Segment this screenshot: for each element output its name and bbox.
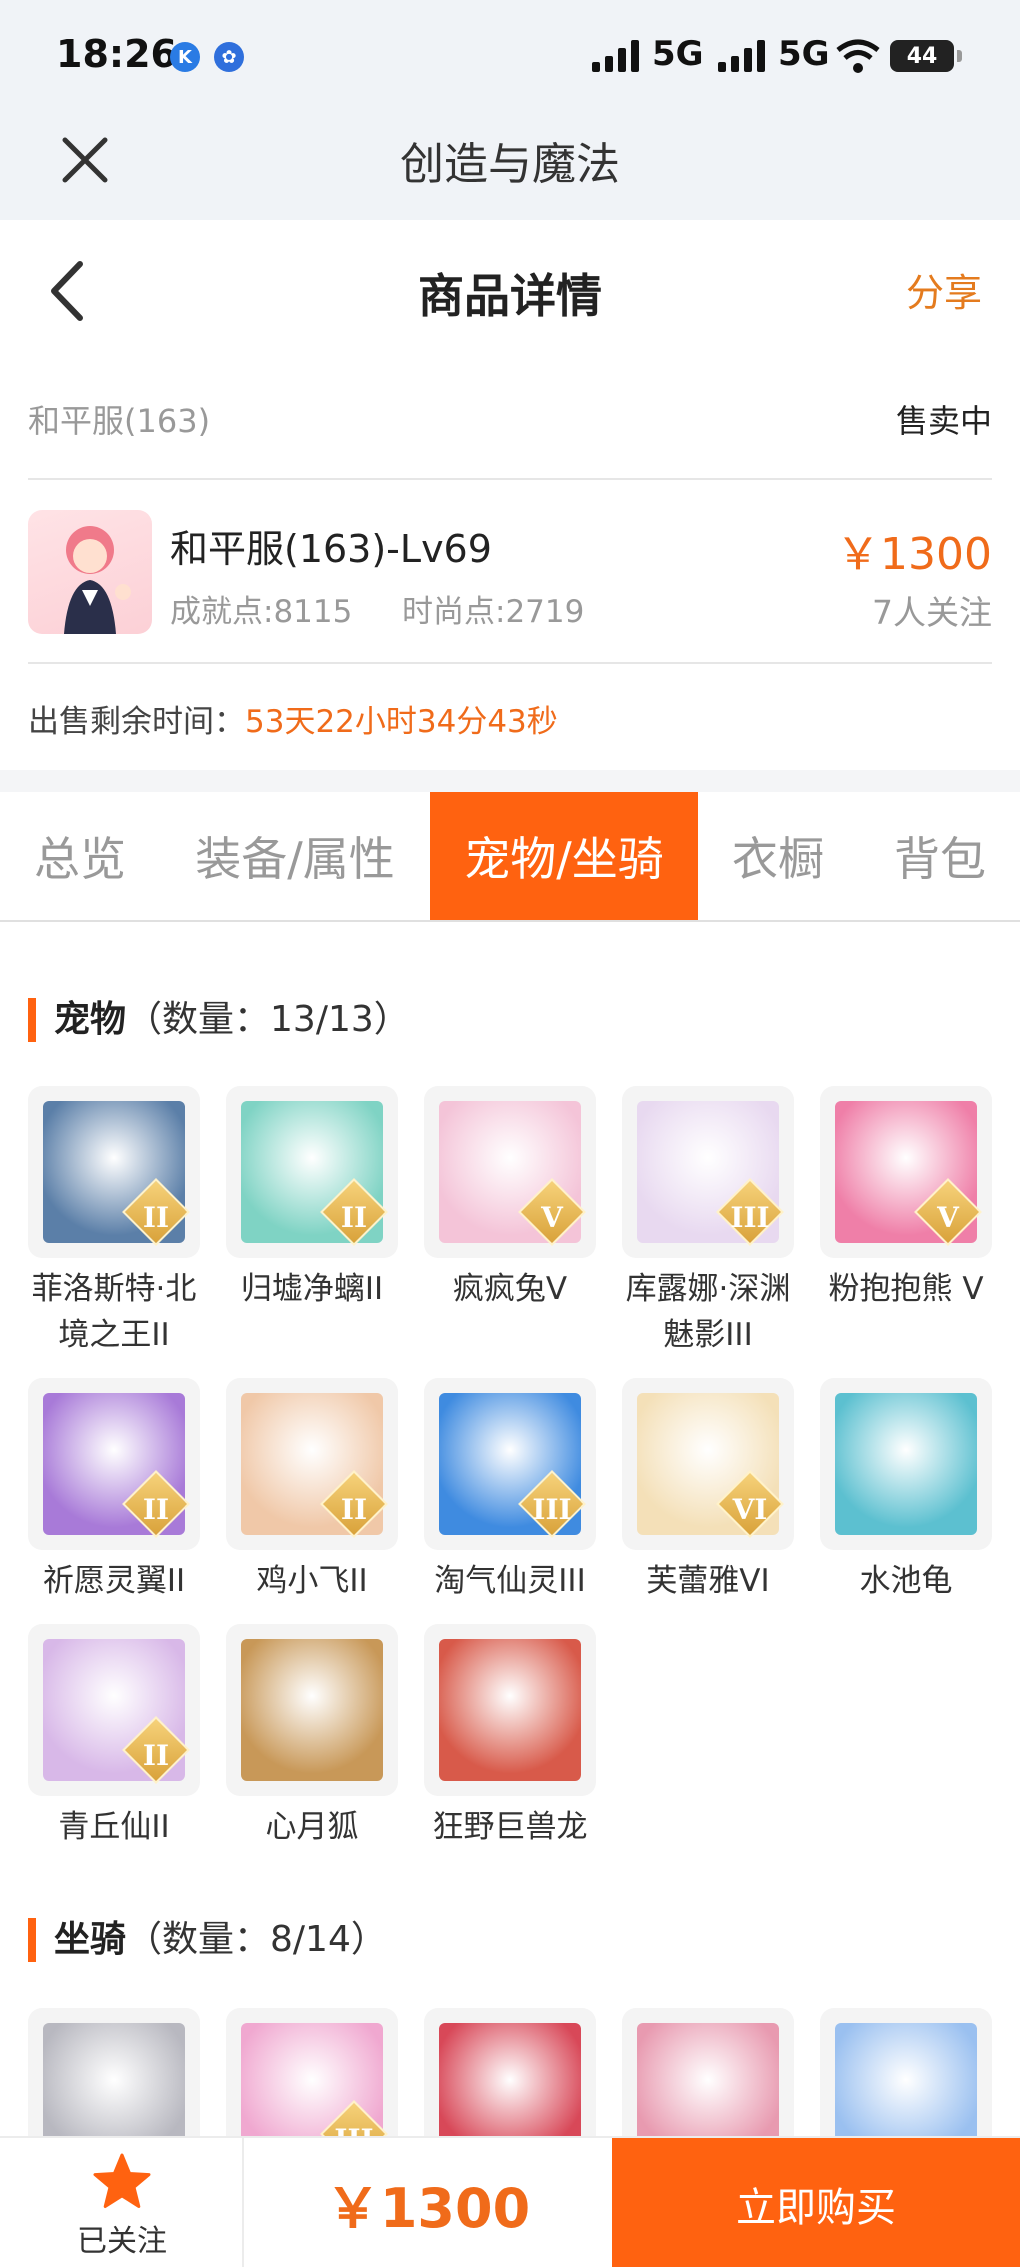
section-divider <box>0 770 1020 792</box>
remaining-time: 出售剩余时间：53天22小时34分43秒 <box>28 696 558 741</box>
tier-badge-text: VI <box>732 1493 768 1526</box>
pet-thumbnail: II <box>28 1378 200 1550</box>
remaining-time-label: 出售剩余时间： <box>28 704 245 740</box>
pet-card[interactable]: 狂野巨兽龙 <box>424 1624 596 1850</box>
pet-card[interactable]: II 菲洛斯特·北境之王II <box>28 1086 200 1358</box>
tier-badge-text: II <box>340 1201 368 1234</box>
pet-thumbnail <box>424 1624 596 1796</box>
pet-card[interactable]: III 淘气仙灵III <box>424 1378 596 1604</box>
pet-name: 狂野巨兽龙 <box>432 1809 588 1845</box>
tab-bar: 总览 装备/属性 宠物/坐骑 衣橱 背包 <box>0 792 1020 922</box>
tier-badge-text: III <box>730 1201 770 1234</box>
character-name: 和平服(163)-Lv69 <box>170 527 492 571</box>
character-avatar <box>28 510 152 634</box>
pet-thumbnail: III <box>424 1378 596 1550</box>
page-header: 商品详情 分享 <box>0 220 1020 360</box>
pet-thumbnail: III <box>622 1086 794 1258</box>
pet-thumbnail: VI <box>622 1378 794 1550</box>
pet-name: 芙蕾雅VI <box>646 1563 770 1599</box>
pet-thumbnail: II <box>226 1086 398 1258</box>
pet-name: 心月狐 <box>265 1809 359 1845</box>
pet-name: 归墟净螭II <box>240 1271 384 1307</box>
status-bar: 18:26 K ✿ 5G 5G 44 <box>0 0 1020 110</box>
pets-section-title: 宠物（数量：13/13） <box>28 998 410 1042</box>
pet-name: 粉抱抱熊 V <box>828 1271 984 1307</box>
app-header: 创造与魔法 <box>0 110 1020 220</box>
paw-app-icon: ✿ <box>214 42 244 72</box>
tab-backpack[interactable]: 背包 <box>870 792 1010 920</box>
pet-card[interactable]: V 疯疯兔V <box>424 1086 596 1312</box>
battery-icon: 44 <box>890 40 962 72</box>
follow-label: 已关注 <box>77 2224 167 2259</box>
pet-card[interactable]: II 青丘仙II <box>28 1624 200 1850</box>
fashion-points: 时尚点:2719 <box>402 594 585 630</box>
pet-artwork <box>241 1639 383 1781</box>
pet-thumbnail: II <box>28 1624 200 1796</box>
tab-equipment[interactable]: 装备/属性 <box>180 792 410 920</box>
network-label: 5G <box>652 34 704 74</box>
pet-artwork <box>835 1393 977 1535</box>
pet-card[interactable]: II 祈愿灵翼II <box>28 1378 200 1604</box>
pet-artwork <box>439 1639 581 1781</box>
bottom-price: ￥1300 <box>325 2177 531 2240</box>
network-label: 5G <box>778 34 830 74</box>
pet-name: 库露娜·深渊魅影III <box>625 1271 791 1353</box>
pet-thumbnail: II <box>28 1086 200 1258</box>
pet-thumbnail <box>226 1624 398 1796</box>
listing-price: ￥1300 <box>836 529 992 580</box>
pet-name: 淘气仙灵III <box>434 1563 586 1599</box>
bottom-bar: 已关注 ￥1300 立即购买 <box>0 2136 1020 2267</box>
mounts-count: （数量：8/14） <box>126 1919 387 1960</box>
pet-card[interactable]: III 库露娜·深渊魅影III <box>622 1086 794 1358</box>
buy-now-button[interactable]: 立即购买 <box>612 2138 1020 2267</box>
tier-badge-text: V <box>541 1201 563 1234</box>
remaining-time-value: 53天22小时34分43秒 <box>245 704 558 740</box>
tab-pets-mounts[interactable]: 宠物/坐骑 <box>430 792 698 920</box>
achievement-points: 成就点:8115 <box>170 594 353 630</box>
pet-name: 鸡小飞II <box>256 1563 368 1599</box>
pet-thumbnail: II <box>226 1378 398 1550</box>
tier-badge-text: III <box>532 1493 572 1526</box>
signal-icon <box>718 38 765 72</box>
tier-badge-text: II <box>142 1739 170 1772</box>
follower-count: 7人关注 <box>872 593 992 632</box>
pet-name: 菲洛斯特·北境之王II <box>31 1271 197 1353</box>
server-name: 和平服(163) <box>28 402 211 440</box>
pet-name: 祈愿灵翼II <box>42 1563 186 1599</box>
tier-badge-text: V <box>937 1201 959 1234</box>
pet-card[interactable]: VI 芙蕾雅VI <box>622 1378 794 1604</box>
pets-title: 宠物 <box>54 999 127 1040</box>
pet-card[interactable]: V 粉抱抱熊 V <box>820 1086 992 1312</box>
pet-card[interactable]: II 归墟净螭II <box>226 1086 398 1312</box>
wifi-icon <box>836 39 880 73</box>
pet-name: 疯疯兔V <box>452 1271 568 1307</box>
share-button[interactable]: 分享 <box>906 262 982 317</box>
pet-name: 青丘仙II <box>58 1809 170 1845</box>
server-row: 和平服(163) 售卖中 <box>28 360 992 480</box>
mounts-section-title: 坐骑（数量：8/14） <box>28 1918 387 1962</box>
tier-badge-text: II <box>142 1201 170 1234</box>
pet-card[interactable]: II 鸡小飞II <box>226 1378 398 1604</box>
tab-overview[interactable]: 总览 <box>0 792 160 920</box>
tier-badge-text: II <box>340 1493 368 1526</box>
pet-thumbnail: V <box>820 1086 992 1258</box>
sale-status: 售卖中 <box>895 402 992 440</box>
follow-button[interactable]: 已关注 <box>0 2138 244 2267</box>
tab-wardrobe[interactable]: 衣橱 <box>718 792 838 920</box>
k-app-icon: K <box>170 42 200 72</box>
pets-count: （数量：13/13） <box>126 999 410 1040</box>
app-title: 创造与魔法 <box>400 139 620 190</box>
tier-badge-text: II <box>142 1493 170 1526</box>
pet-thumbnail <box>820 1378 992 1550</box>
pet-card[interactable]: 心月狐 <box>226 1624 398 1850</box>
mounts-title: 坐骑 <box>54 1919 127 1960</box>
character-card[interactable]: 和平服(163)-Lv69 成就点:8115 时尚点:2719 ￥1300 7人… <box>28 482 992 664</box>
star-icon <box>93 2153 151 2208</box>
page-title: 商品详情 <box>418 269 602 323</box>
pet-name: 水池龟 <box>859 1563 953 1599</box>
pet-thumbnail: V <box>424 1086 596 1258</box>
signal-icon <box>592 38 639 72</box>
pet-card[interactable]: 水池龟 <box>820 1378 992 1604</box>
status-time: 18:26 <box>56 32 177 76</box>
